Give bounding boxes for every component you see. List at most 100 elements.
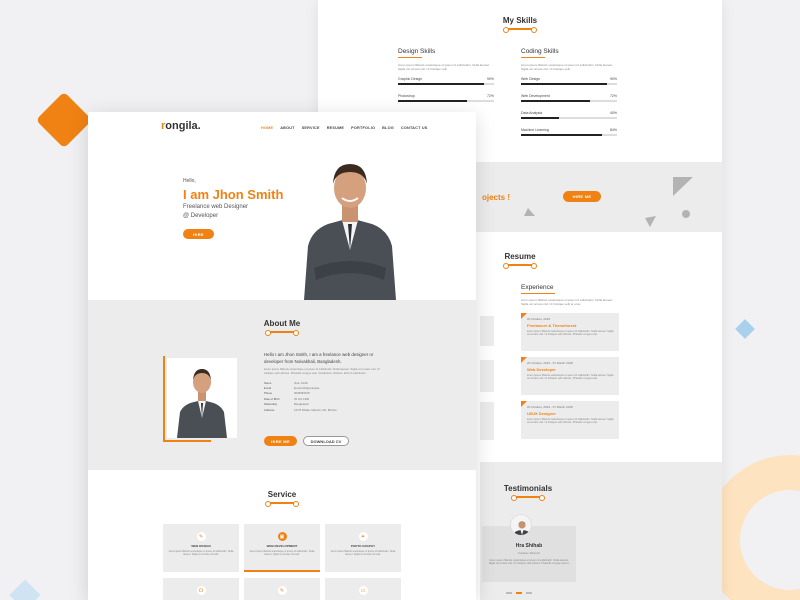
experience-heading: Experience	[521, 284, 554, 291]
info-value: 127/8 Dhaka, Mirpurn, Mo. Birshre	[294, 407, 337, 412]
skill-item: Graphic Design 90%	[398, 77, 494, 85]
hero-name: I am Jhon Smith	[183, 187, 284, 202]
service-card[interactable]: ▭	[325, 578, 401, 600]
skill-bar	[398, 100, 494, 102]
skill-bar-fill	[398, 83, 485, 85]
skill-bar	[521, 134, 617, 136]
experience-column: Experience lorem ipsum fillaruls sceleri…	[521, 284, 619, 445]
hero-hire-button[interactable]: HIRE	[183, 229, 214, 239]
download-cv-button[interactable]: DOWNLOAD CV	[303, 436, 349, 446]
service-desc: lorem ipsum fillaruls scelerisque ut ips…	[249, 550, 315, 557]
monitor-icon: ▣	[277, 532, 287, 541]
design-skill-list: Graphic Design 90% Photoshop 72%	[398, 77, 494, 102]
logo[interactable]: rongila.	[161, 120, 201, 132]
title-divider	[265, 330, 299, 336]
info-key: Address	[264, 407, 275, 412]
skill-bar-fill	[521, 100, 591, 102]
skill-row: Graphic Design 90%	[398, 77, 494, 81]
title-divider	[265, 501, 299, 507]
skill-percent: 40%	[609, 111, 617, 115]
skill-row: Web Design 90%	[521, 77, 617, 81]
skill-name: Web Design	[521, 77, 541, 81]
headset-icon: ☊	[196, 586, 206, 595]
testimonial-card: Hra Shihab Creative Director lorem ipsum…	[482, 526, 576, 582]
service-card[interactable]: ✦ PHOTO GRAPHY lorem ipsum fillaruls scele…	[325, 524, 401, 572]
logo-text: ongila.	[165, 120, 201, 132]
title-divider	[503, 27, 537, 33]
skill-bar-fill	[521, 83, 608, 85]
about-hire-button[interactable]: HIRE ME	[264, 436, 297, 446]
skill-bar	[521, 100, 617, 102]
hero-role: Freelance web Designer @ Developer	[183, 204, 249, 219]
info-row: Address 127/8 Dhaka, Mirpurn, Mo. Birshre	[264, 408, 390, 413]
skill-bar-fill	[398, 100, 468, 102]
skill-bar	[521, 117, 617, 119]
coding-skill-list: Web Design 90% Web Development 72% Data Anal…	[521, 77, 617, 136]
skills-section-title: My Skills	[490, 16, 550, 33]
nav-item-resume[interactable]: RESUME	[327, 126, 344, 130]
nav-item-portfolio[interactable]: PORTFOLIO	[351, 126, 375, 130]
skill-item: Photoshop 72%	[398, 94, 494, 102]
design-skills: Design Skills lorem ipsum fillaruls scel…	[398, 48, 494, 111]
skill-bar	[521, 83, 617, 85]
about-title: About Me	[242, 319, 322, 336]
about-info-list: Name Jhon Smith Email jhonsmith@example Phon…	[264, 381, 390, 413]
experience-role: Web Developer	[527, 367, 556, 372]
title-divider	[511, 495, 545, 501]
nav-item-home[interactable]: HOME	[261, 126, 273, 130]
coding-skills: Coding Skills lorem ipsum fillaruls scel…	[521, 48, 617, 145]
service-desc: lorem ipsum fillaruls scelerisque ut ips…	[330, 550, 396, 557]
nav-item-contact-us[interactable]: CONTACT US	[401, 126, 428, 130]
skill-bar-fill	[521, 117, 560, 119]
skill-name: Data Analysis	[521, 111, 543, 115]
skill-percent: 84%	[609, 128, 617, 132]
about-photo	[167, 358, 237, 438]
service-title: Service	[248, 490, 316, 507]
experience-card: 20 October, 2019 Freelancer & Themeforest…	[521, 313, 619, 351]
service-card[interactable]: ☊	[163, 578, 239, 600]
experience-card: 20 October, 2019 - 07 March 2018 UI/UX De…	[521, 401, 619, 439]
experience-role: UI/UX Designer	[527, 411, 556, 416]
service-card[interactable]: ▣ WEB DEVELOPMENT lorem ipsum fillaruls sc…	[244, 524, 320, 572]
skill-item: Data Analysis 40%	[521, 111, 617, 119]
design-skills-desc: lorem ipsum fillaruls scelerisque ut ips…	[398, 63, 490, 71]
pagination-dot-active[interactable]	[516, 592, 522, 594]
about-buttons: HIRE ME DOWNLOAD CV	[264, 436, 349, 446]
coding-skills-desc: lorem ipsum fillaruls scelerisque ut ips…	[521, 63, 613, 71]
hero-hello: Hello,	[183, 178, 196, 184]
skill-item: Web Development 72%	[521, 94, 617, 102]
skill-name: Machine Learning	[521, 128, 549, 132]
front-page-preview: rongila. HOME ABOUT SERVICE RESUME PORTFOLIO…	[88, 112, 476, 600]
resume-section-title: Resume	[500, 252, 540, 269]
pen-icon: ✎	[277, 586, 287, 595]
testimonial-name: Hra Shihab	[515, 543, 543, 549]
skill-percent: 90%	[609, 77, 617, 81]
design-skills-heading: Design Skills	[398, 48, 436, 55]
pagination-dot[interactable]	[526, 592, 532, 594]
experience-list: 20 October, 2019 Freelancer & Themeforest…	[521, 313, 619, 439]
testimonials-title: Testimonials	[493, 484, 563, 501]
service-title-text: WEB DESIGN	[191, 544, 211, 548]
testimonial-text: lorem ipsum fillaruls scelerisque ut ips…	[488, 559, 570, 566]
nav-item-blog[interactable]: BLOG	[382, 126, 394, 130]
experience-card: 20 October, 2019 - 07 March 2018 Web Deve…	[521, 357, 619, 395]
camera-icon: ✦	[358, 532, 368, 541]
skill-name: Photoshop	[398, 94, 415, 98]
experience-date: 20 October, 2019	[527, 317, 551, 321]
experience-date: 20 October, 2019 - 07 March 2018	[527, 405, 573, 409]
service-card[interactable]: ✎	[244, 578, 320, 600]
nav-item-service[interactable]: SERVICE	[302, 126, 320, 130]
pen-icon: ✎	[196, 532, 206, 541]
title-divider	[503, 263, 537, 269]
service-desc: lorem ipsum fillaruls scelerisque ut ips…	[168, 550, 234, 557]
nav-item-about[interactable]: ABOUT	[280, 126, 295, 130]
skill-row: Web Development 72%	[521, 94, 617, 98]
service-card[interactable]: ✎ WEB DESIGN lorem ipsum fillaruls sceleri…	[163, 524, 239, 572]
about-lead: Hello I am Jhon Smith, I am a freelance …	[264, 352, 374, 364]
skill-percent: 72%	[486, 94, 494, 98]
main-nav: HOME ABOUT SERVICE RESUME PORTFOLIO BLOG CONTA…	[261, 126, 428, 130]
experience-text: lorem ipsum fillaruls scelerisque ut ips…	[527, 374, 614, 381]
pagination-dot[interactable]	[506, 592, 512, 594]
experience-text: lorem ipsum fillaruls scelerisque ut ips…	[527, 418, 614, 425]
skill-row: Machine Learning 84%	[521, 128, 617, 132]
